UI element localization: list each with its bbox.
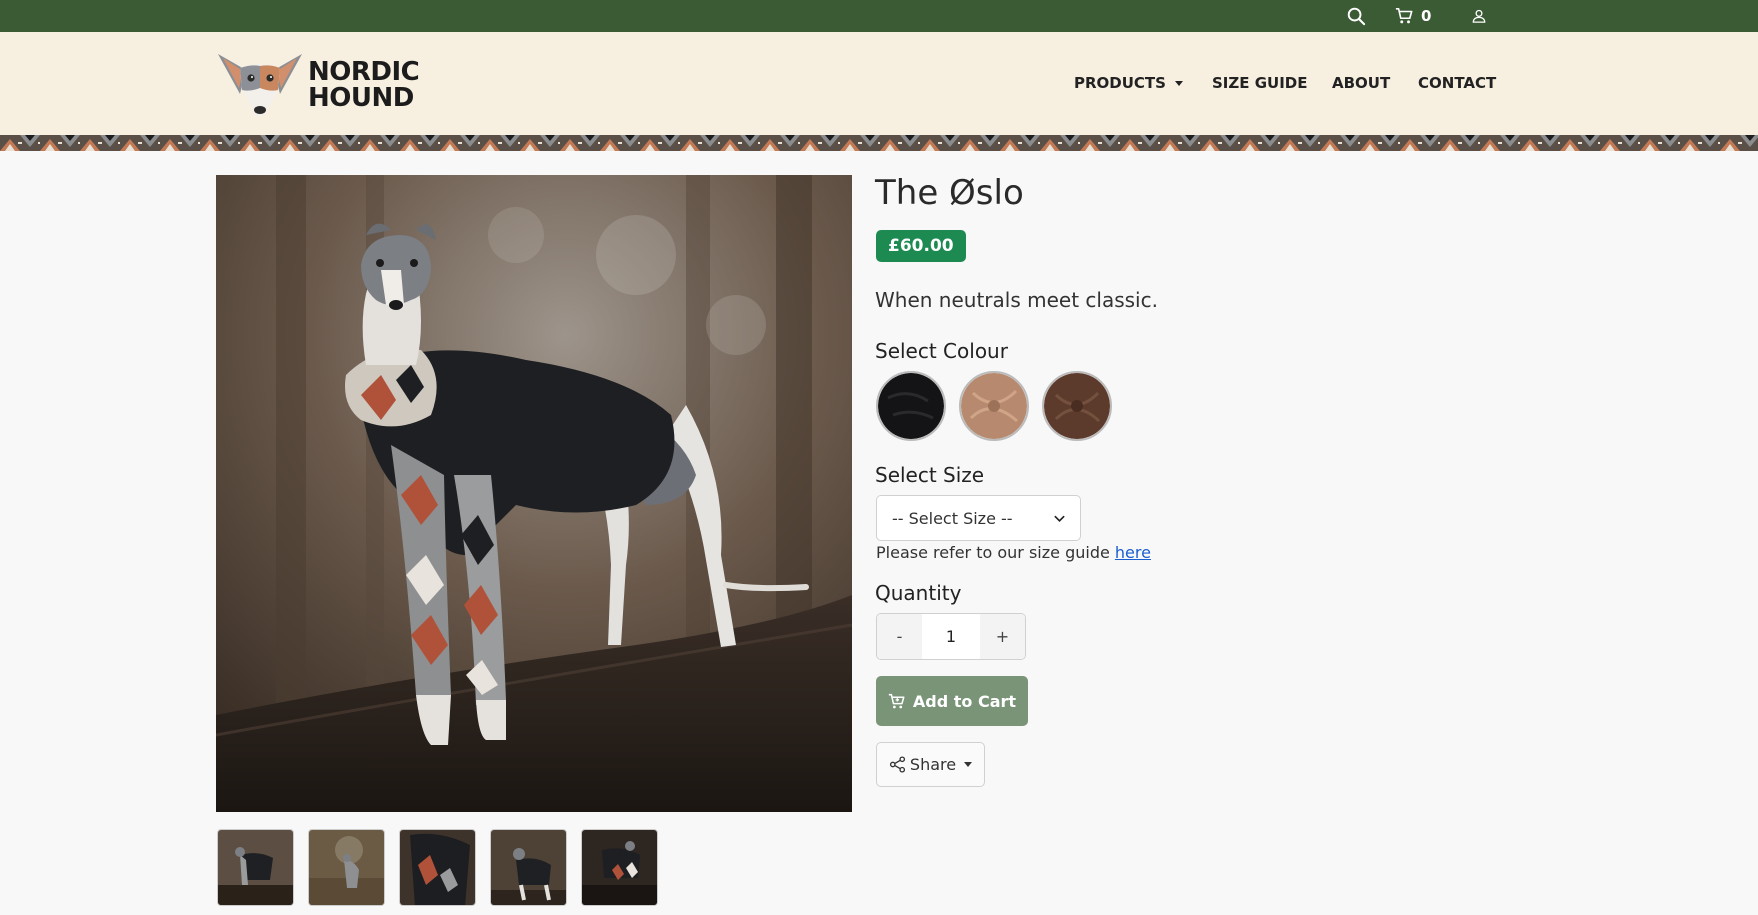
nav-contact-label: CONTACT — [1418, 74, 1497, 92]
product-title: The Øslo — [875, 173, 1024, 213]
quantity-decrease-button[interactable]: - — [877, 614, 922, 659]
colour-swatch-brown[interactable] — [1042, 371, 1112, 441]
add-to-cart-button[interactable]: Add to Cart — [876, 676, 1028, 726]
logo-line-1: NORDIC — [308, 57, 420, 87]
nav-products[interactable]: PRODUCTS — [1074, 74, 1183, 92]
site-header: NORDIC HOUND PRODUCTS SIZE GUIDE ABOUT C… — [0, 32, 1758, 135]
colour-swatch-black[interactable] — [876, 371, 946, 441]
size-guide-link[interactable]: here — [1115, 543, 1151, 562]
nav-about[interactable]: ABOUT — [1332, 74, 1390, 92]
thumbnail-2[interactable] — [308, 829, 385, 906]
main-product-image[interactable] — [216, 175, 852, 812]
account-button[interactable] — [1472, 0, 1486, 32]
price-badge: £60.00 — [876, 230, 966, 262]
colour-swatches — [876, 371, 1112, 441]
cart-button[interactable]: 0 — [1395, 0, 1431, 32]
user-icon — [1472, 9, 1486, 23]
nav-products-label: PRODUCTS — [1074, 74, 1166, 92]
thumbnail-4[interactable] — [490, 829, 567, 906]
quantity-increase-button[interactable]: + — [980, 614, 1025, 659]
chevron-down-icon — [1054, 515, 1065, 523]
add-to-cart-label: Add to Cart — [912, 691, 1017, 711]
thumbnail-5[interactable] — [581, 829, 658, 906]
nav-about-label: ABOUT — [1332, 74, 1391, 92]
nav-size-guide[interactable]: SIZE GUIDE — [1212, 74, 1308, 92]
colour-swatch-tan[interactable] — [959, 371, 1029, 441]
logo-wordmark: NORDIC HOUND — [308, 57, 420, 113]
decorative-pattern-strip — [0, 135, 1758, 151]
caret-down-icon — [964, 762, 973, 767]
cart-icon — [1395, 7, 1413, 24]
cart-count: 0 — [1421, 7, 1432, 25]
size-guide-note: Please refer to our size guide here — [876, 543, 1151, 562]
search-button[interactable] — [1347, 0, 1366, 32]
size-note-text: Please refer to our size guide — [876, 543, 1110, 562]
dog-logo-icon — [218, 54, 302, 116]
quantity-stepper: - + — [876, 613, 1026, 660]
nav-contact[interactable]: CONTACT — [1418, 74, 1496, 92]
quantity-label: Quantity — [875, 581, 962, 605]
site-logo[interactable]: NORDIC HOUND — [216, 50, 420, 120]
thumbnail-3[interactable] — [399, 829, 476, 906]
size-label: Select Size — [875, 463, 985, 487]
search-icon — [1347, 7, 1366, 25]
top-bar: 0 — [0, 0, 1758, 32]
share-icon — [889, 756, 905, 773]
nav-size-guide-label: SIZE GUIDE — [1212, 74, 1308, 92]
logo-line-2: HOUND — [308, 83, 414, 113]
cart-add-icon — [888, 693, 905, 708]
size-select-value: -- Select Size -- — [892, 508, 1013, 528]
size-select[interactable]: -- Select Size -- — [876, 495, 1081, 541]
share-button[interactable]: Share — [876, 742, 985, 787]
product-tagline: When neutrals meet classic. — [875, 288, 1158, 312]
thumbnail-strip — [217, 829, 658, 906]
thumbnail-1[interactable] — [217, 829, 294, 906]
colour-label: Select Colour — [875, 339, 1008, 363]
quantity-input[interactable] — [922, 614, 980, 659]
caret-down-icon — [1174, 80, 1183, 86]
share-label: Share — [909, 755, 957, 774]
